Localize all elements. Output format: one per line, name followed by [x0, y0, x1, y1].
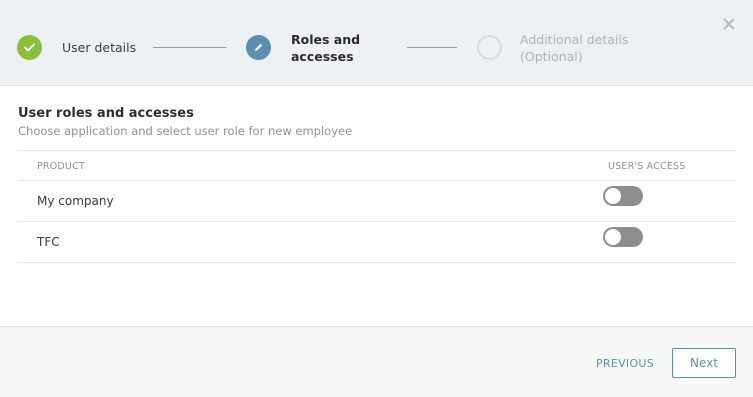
- step-additional-label-line2: (Optional): [520, 49, 583, 64]
- dialog-footer: PREVIOUS Next: [0, 326, 753, 397]
- pencil-icon: [255, 43, 263, 51]
- step-additional-indicator: [477, 35, 502, 60]
- new-employee-dialog: User details Roles and accesses Addition…: [0, 0, 753, 397]
- next-button[interactable]: Next: [672, 348, 736, 378]
- close-icon: [723, 18, 735, 30]
- table-row: TFC: [18, 222, 736, 263]
- step-roles-label: Roles and accesses: [291, 31, 371, 65]
- step-connector: [407, 47, 457, 48]
- step-roles-label-line2: accesses: [291, 49, 354, 64]
- section-subtitle: Choose application and select user role …: [18, 124, 353, 138]
- access-table: PRODUCT USER'S ACCESS My company TFC: [18, 150, 736, 263]
- access-toggle-my-company[interactable]: [603, 186, 643, 206]
- column-header-access: USER'S ACCESS: [608, 161, 686, 172]
- step-user-details-indicator: [17, 35, 42, 60]
- product-name: My company: [37, 194, 114, 208]
- column-header-product: PRODUCT: [37, 161, 85, 172]
- stepper: User details Roles and accesses Addition…: [0, 0, 753, 86]
- step-user-details-label[interactable]: User details: [62, 39, 136, 56]
- table-header: PRODUCT USER'S ACCESS: [18, 150, 736, 181]
- toggle-knob: [605, 188, 621, 204]
- step-connector: [153, 47, 227, 48]
- table-row: My company: [18, 181, 736, 222]
- step-additional-label-line1: Additional details: [520, 32, 629, 47]
- check-icon: [24, 43, 35, 52]
- close-button[interactable]: [720, 15, 738, 33]
- step-roles-indicator: [246, 35, 271, 60]
- section-title: User roles and accesses: [18, 106, 194, 121]
- previous-button[interactable]: PREVIOUS: [590, 348, 660, 378]
- step-additional-label: Additional details (Optional): [520, 31, 630, 65]
- product-name: TFC: [37, 235, 60, 249]
- toggle-knob: [605, 229, 621, 245]
- access-toggle-tfc[interactable]: [603, 227, 643, 247]
- step-roles-label-line1: Roles and: [291, 32, 361, 47]
